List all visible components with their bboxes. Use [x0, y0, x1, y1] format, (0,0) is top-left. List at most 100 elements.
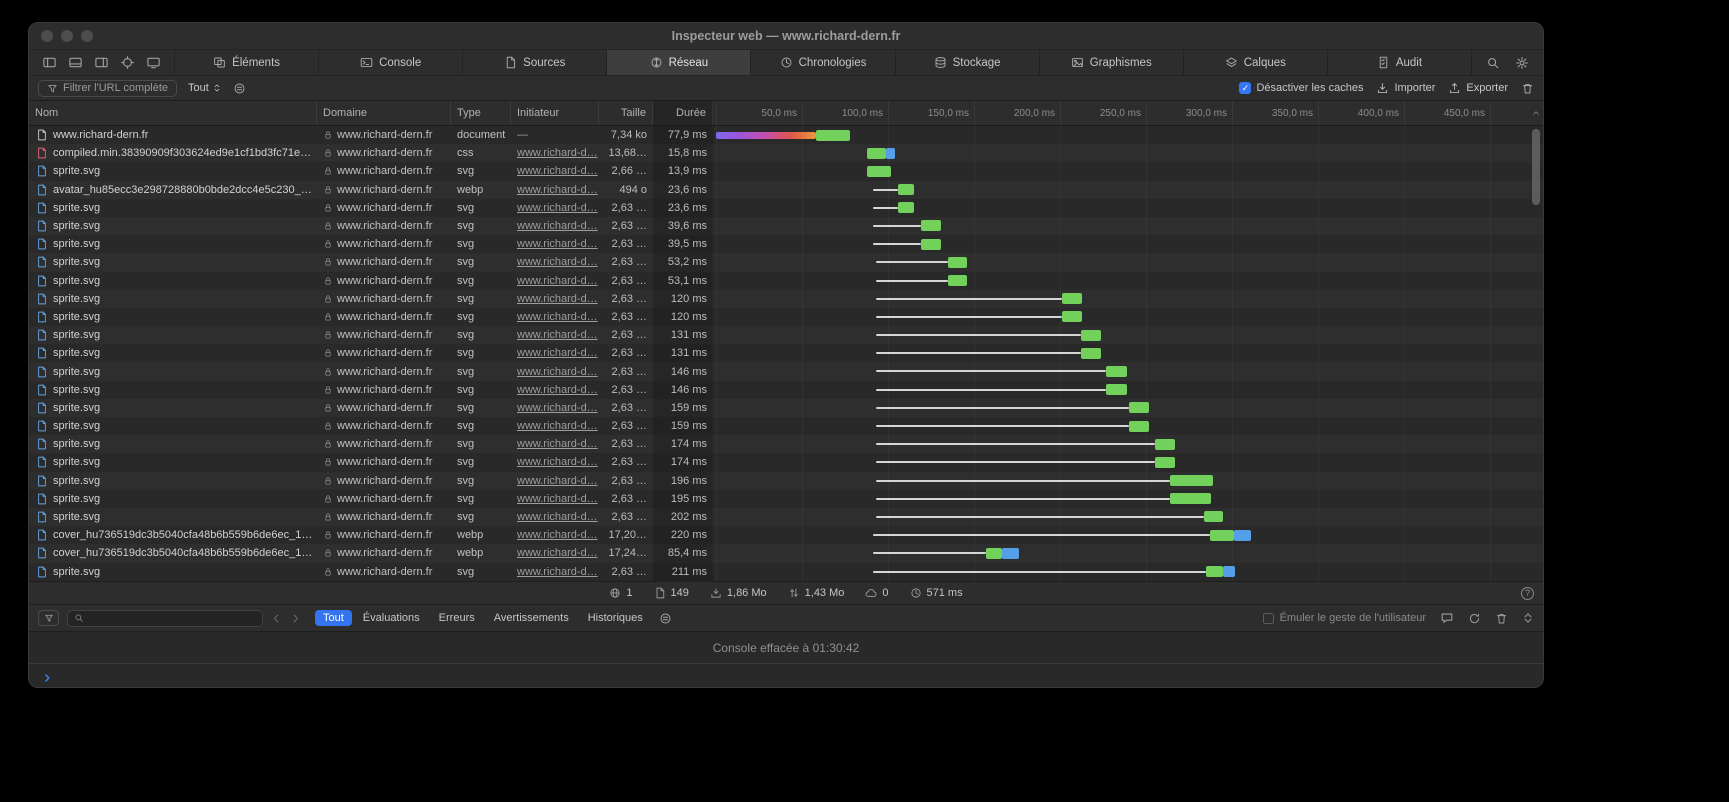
initiator-link[interactable]: www.richard-d… [517, 366, 598, 378]
tab-calques[interactable]: Calques [1183, 50, 1327, 75]
table-row[interactable]: sprite.svgwww.richard-dern.frsvgwww.rich… [29, 326, 1543, 344]
table-row[interactable]: sprite.svgwww.richard-dern.frsvgwww.rich… [29, 217, 1543, 235]
console-tab-evaluations[interactable]: Évaluations [355, 610, 428, 626]
initiator-link[interactable]: www.richard-d… [517, 511, 598, 523]
table-row[interactable]: cover_hu736519dc3b5040cfa48b6b559b6de6ec… [29, 526, 1543, 544]
initiator-link[interactable]: www.richard-d… [517, 420, 598, 432]
table-row[interactable]: sprite.svgwww.richard-dern.frsvgwww.rich… [29, 381, 1543, 399]
vertical-scrollbar[interactable] [1532, 129, 1540, 205]
tab-console[interactable]: Console [318, 50, 462, 75]
table-row[interactable]: sprite.svgwww.richard-dern.frsvgwww.rich… [29, 399, 1543, 417]
initiator-link[interactable]: www.richard-d… [517, 438, 598, 450]
initiator-link[interactable]: www.richard-d… [517, 311, 598, 323]
initiator-link[interactable]: www.richard-d… [517, 402, 598, 414]
disable-caches-toggle[interactable]: ✓ Désactiver les caches [1239, 82, 1363, 94]
table-row[interactable]: sprite.svgwww.richard-dern.frsvgwww.rich… [29, 235, 1543, 253]
table-row[interactable]: sprite.svgwww.richard-dern.frsvgwww.rich… [29, 272, 1543, 290]
table-row[interactable]: avatar_hu85ecc3e298728880b0bde2dcc4e5c23… [29, 181, 1543, 199]
close-button[interactable] [41, 30, 53, 42]
table-row[interactable]: sprite.svgwww.richard-dern.frsvgwww.rich… [29, 362, 1543, 380]
console-tab-avertissements[interactable]: Avertissements [486, 610, 577, 626]
dock-bottom-icon[interactable] [68, 55, 83, 70]
dock-right-icon[interactable] [94, 55, 109, 70]
initiator-link[interactable]: www.richard-d… [517, 566, 598, 578]
table-row[interactable]: sprite.svgwww.richard-dern.frsvgwww.rich… [29, 308, 1543, 326]
tab-stockage[interactable]: Stockage [895, 50, 1039, 75]
initiator-link[interactable]: www.richard-d… [517, 529, 598, 541]
help-button[interactable]: ? [1521, 587, 1534, 600]
import-button[interactable]: Importer [1376, 82, 1435, 95]
table-row[interactable]: www.richard-dern.frwww.richard-dern.frdo… [29, 126, 1543, 144]
table-row[interactable]: sprite.svgwww.richard-dern.frsvgwww.rich… [29, 290, 1543, 308]
tab-reseau[interactable]: Réseau [606, 50, 750, 75]
disable-caches-checkbox[interactable]: ✓ [1239, 82, 1251, 94]
gear-icon[interactable] [1515, 56, 1529, 70]
previous-result-button[interactable] [271, 613, 282, 624]
column-header-size[interactable]: Taille [599, 101, 653, 125]
preserve-log-icon[interactable] [1468, 612, 1481, 625]
console-tab-erreurs[interactable]: Erreurs [431, 610, 483, 626]
initiator-link[interactable]: www.richard-d… [517, 547, 598, 559]
initiator-link[interactable]: www.richard-d… [517, 256, 598, 268]
tab-elements[interactable]: Éléments [174, 50, 318, 75]
table-row[interactable]: sprite.svgwww.richard-dern.frsvgwww.rich… [29, 253, 1543, 271]
initiator-link[interactable]: www.richard-d… [517, 184, 598, 196]
inspect-element-icon[interactable] [120, 55, 135, 70]
initiator-link[interactable]: www.richard-d… [517, 384, 598, 396]
table-row[interactable]: sprite.svgwww.richard-dern.frsvgwww.rich… [29, 472, 1543, 490]
device-settings-icon[interactable] [146, 55, 161, 70]
tab-graphismes[interactable]: Graphismes [1039, 50, 1183, 75]
clear-network-trash-icon[interactable] [1521, 82, 1534, 95]
tab-sources[interactable]: Sources [462, 50, 606, 75]
scroll-up-icon[interactable] [1531, 108, 1541, 118]
search-icon[interactable] [1486, 56, 1500, 70]
tab-audit[interactable]: Audit [1327, 50, 1471, 75]
initiator-link[interactable]: www.richard-d… [517, 220, 598, 232]
tab-chronologies[interactable]: Chronologies [750, 50, 894, 75]
initiator-link[interactable]: www.richard-d… [517, 456, 598, 468]
initiator-link[interactable]: www.richard-d… [517, 475, 598, 487]
table-row[interactable]: sprite.svgwww.richard-dern.frsvgwww.rich… [29, 563, 1543, 581]
table-row[interactable]: sprite.svgwww.richard-dern.frsvgwww.rich… [29, 508, 1543, 526]
initiator-link[interactable]: www.richard-d… [517, 275, 598, 287]
initiator-link[interactable]: www.richard-d… [517, 165, 598, 177]
table-row[interactable]: cover_hu736519dc3b5040cfa48b6b559b6de6ec… [29, 544, 1543, 562]
table-row[interactable]: sprite.svgwww.richard-dern.frsvgwww.rich… [29, 453, 1543, 471]
initiator-link[interactable]: www.richard-d… [517, 347, 598, 359]
table-row[interactable]: compiled.min.38390909f303624ed9e1cf1bd3f… [29, 144, 1543, 162]
column-header-duration[interactable]: Durée [653, 101, 713, 125]
resource-type-dropdown[interactable]: Tout [188, 82, 222, 94]
initiator-link[interactable]: www.richard-d… [517, 329, 598, 341]
filter-options-icon[interactable] [233, 82, 246, 95]
console-filter-options-icon[interactable] [659, 612, 672, 625]
clear-console-trash-icon[interactable] [1495, 612, 1508, 625]
table-row[interactable]: sprite.svgwww.richard-dern.frsvgwww.rich… [29, 417, 1543, 435]
console-filter-button[interactable] [38, 610, 59, 626]
column-header-initiator[interactable]: Initiateur [511, 101, 599, 125]
column-header-domain[interactable]: Domaine [317, 101, 451, 125]
zoom-button[interactable] [81, 30, 93, 42]
column-header-type[interactable]: Type [451, 101, 511, 125]
expand-console-icon[interactable] [1522, 612, 1534, 624]
dock-left-icon[interactable] [42, 55, 57, 70]
emulate-user-gesture-checkbox[interactable] [1263, 613, 1274, 624]
table-row[interactable]: sprite.svgwww.richard-dern.frsvgwww.rich… [29, 344, 1543, 362]
initiator-link[interactable]: www.richard-d… [517, 293, 598, 305]
next-result-button[interactable] [290, 613, 301, 624]
export-button[interactable]: Exporter [1448, 82, 1508, 95]
console-drawer-icon[interactable] [1440, 611, 1454, 625]
initiator-link[interactable]: www.richard-d… [517, 238, 598, 250]
minimize-button[interactable] [61, 30, 73, 42]
console-search-input[interactable] [67, 610, 263, 627]
initiator-link[interactable]: www.richard-d… [517, 202, 598, 214]
table-row[interactable]: sprite.svgwww.richard-dern.frsvgwww.rich… [29, 490, 1543, 508]
emulate-user-gesture-toggle[interactable]: Émuler le geste de l'utilisateur [1263, 612, 1426, 624]
initiator-link[interactable]: www.richard-d… [517, 493, 598, 505]
console-tab-tout[interactable]: Tout [315, 610, 352, 626]
table-row[interactable]: sprite.svgwww.richard-dern.frsvgwww.rich… [29, 435, 1543, 453]
console-tab-historiques[interactable]: Historiques [580, 610, 651, 626]
console-prompt[interactable] [29, 664, 1543, 688]
table-row[interactable]: sprite.svgwww.richard-dern.frsvgwww.rich… [29, 199, 1543, 217]
column-header-name[interactable]: Nom [29, 101, 317, 125]
url-filter-input[interactable]: Filtrer l'URL complète [38, 80, 177, 97]
